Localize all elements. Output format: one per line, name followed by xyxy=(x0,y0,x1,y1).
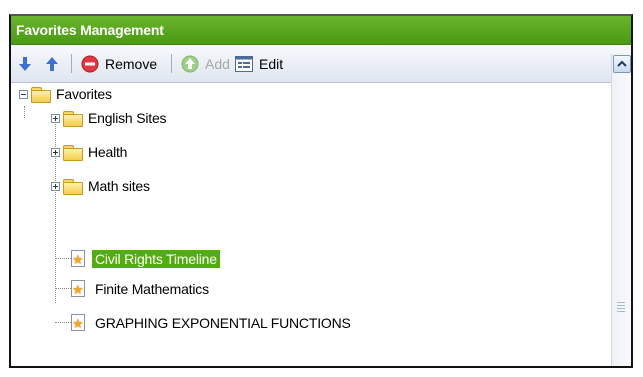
remove-icon xyxy=(81,55,99,73)
tree-node-folder[interactable]: English Sites xyxy=(51,107,169,129)
tree-node-label: GRAPHING EXPONENTIAL FUNCTIONS xyxy=(95,315,351,331)
tree-node-favorite[interactable]: ★ GRAPHING EXPONENTIAL FUNCTIONS xyxy=(71,312,354,334)
tree-node-folder[interactable]: Math sites xyxy=(51,175,153,197)
tree-node-label: Favorites xyxy=(56,86,112,102)
scroll-up-button[interactable] xyxy=(613,55,631,73)
toolbar-separator xyxy=(171,54,172,73)
edit-label: Edit xyxy=(259,56,284,72)
panel-title: Favorites Management xyxy=(16,22,164,38)
tree-connector xyxy=(55,322,71,323)
tree-connector xyxy=(55,258,71,259)
add-button[interactable]: Add xyxy=(181,53,230,75)
favorite-page-icon: ★ xyxy=(71,250,85,267)
move-down-button[interactable] xyxy=(18,53,32,75)
panel-header: Favorites Management xyxy=(11,16,631,45)
move-up-button[interactable] xyxy=(45,53,59,75)
tree-node-folder[interactable]: Health xyxy=(51,141,130,163)
toolbar-separator xyxy=(71,54,72,73)
tree-node-favorite[interactable]: ★ Civil Rights Timeline xyxy=(71,248,220,270)
edit-button[interactable]: Edit xyxy=(235,53,283,75)
folder-open-icon xyxy=(31,86,51,103)
arrow-up-icon xyxy=(46,57,58,71)
scrollbar-grip[interactable] xyxy=(617,302,625,312)
collapse-icon[interactable] xyxy=(19,89,28,99)
favorites-panel: Favorites Management Remove Add Edit Fav… xyxy=(9,14,633,368)
add-icon xyxy=(181,55,199,73)
favorites-tree: Favorites English Sites Health Math site… xyxy=(11,83,611,366)
tree-node-label: English Sites xyxy=(88,110,167,126)
folder-icon xyxy=(63,110,83,127)
tree-node-label: Civil Rights Timeline xyxy=(92,250,220,268)
expand-icon[interactable] xyxy=(51,181,60,191)
expand-icon[interactable] xyxy=(51,147,60,157)
remove-label: Remove xyxy=(105,56,158,72)
edit-icon xyxy=(235,56,253,72)
folder-icon xyxy=(63,144,83,161)
tree-node-label: Health xyxy=(88,144,128,160)
tree-connector xyxy=(55,288,71,289)
favorite-page-icon: ★ xyxy=(71,314,85,331)
tree-node-label: Finite Mathematics xyxy=(95,281,209,297)
folder-icon xyxy=(63,178,83,195)
tree-node-label: Math sites xyxy=(88,178,150,194)
toolbar: Remove Add Edit xyxy=(11,45,631,83)
vertical-scrollbar[interactable] xyxy=(611,54,631,366)
tree-node-favorite[interactable]: ★ Finite Mathematics xyxy=(71,278,212,300)
add-label: Add xyxy=(205,56,230,72)
chevron-up-icon xyxy=(617,60,627,67)
arrow-down-icon xyxy=(19,57,31,71)
tree-node-favorites[interactable]: Favorites xyxy=(19,83,115,105)
expand-icon[interactable] xyxy=(51,113,60,123)
remove-button[interactable]: Remove xyxy=(81,53,157,75)
tree-connector xyxy=(24,106,25,118)
favorite-page-icon: ★ xyxy=(71,280,85,297)
